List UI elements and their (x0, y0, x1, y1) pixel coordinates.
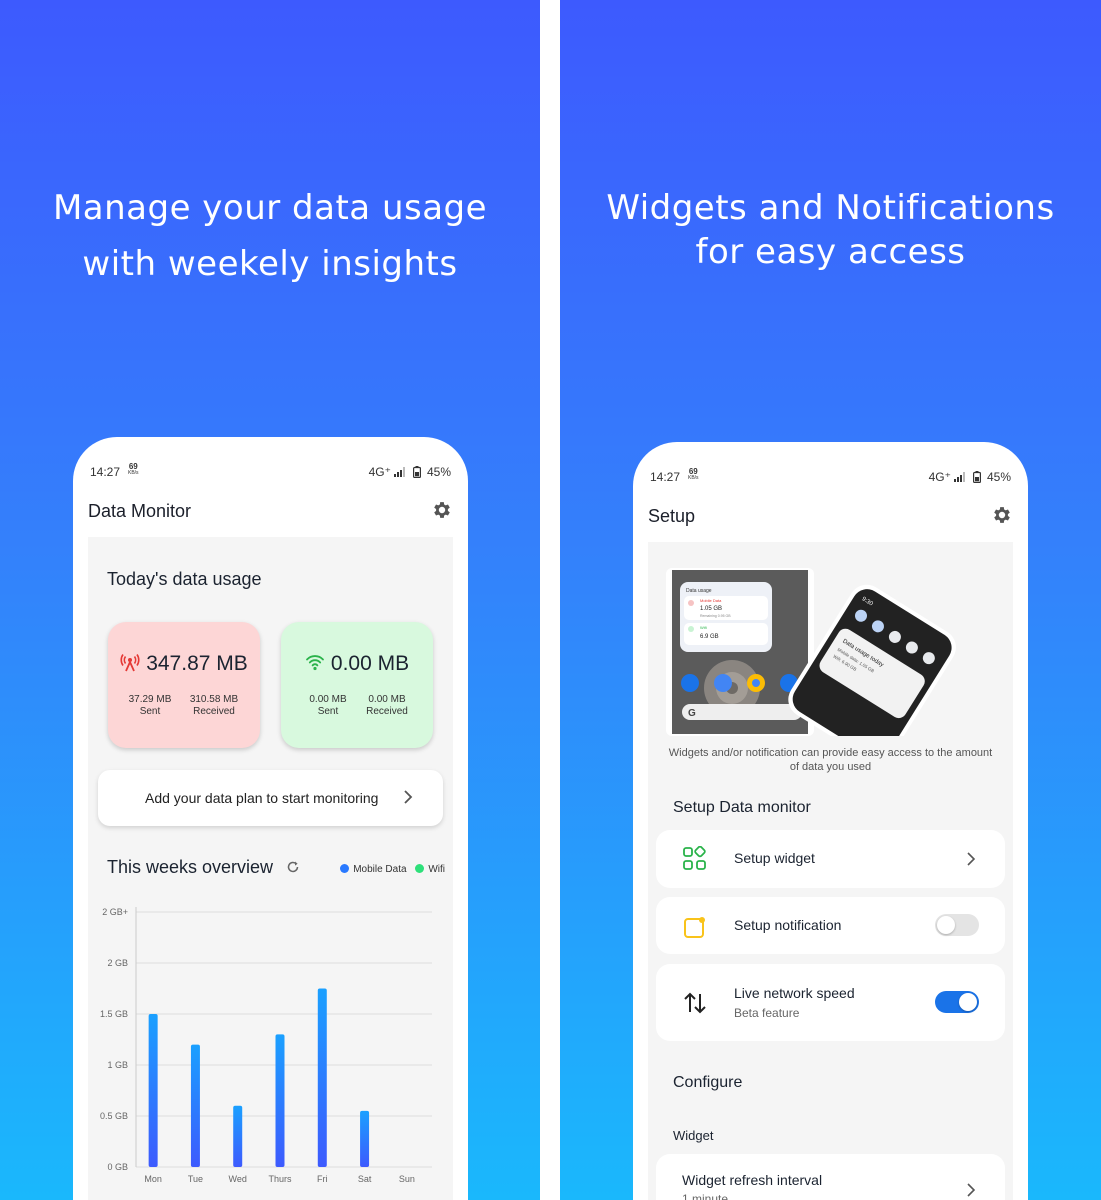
wifi-icon (305, 655, 324, 671)
y-tick-label: 0.5 GB (100, 1111, 128, 1121)
svg-text:Mobile Data: Mobile Data (700, 598, 722, 603)
configure-title: Configure (673, 1074, 743, 1091)
add-data-plan-button[interactable]: Add your data plan to start monitoring (98, 770, 443, 826)
x-tick-label: Wed (229, 1174, 247, 1184)
x-tick-label: Sat (358, 1174, 372, 1184)
mobile-sent: 37.29 MB Sent (128, 694, 172, 717)
gear-icon[interactable] (991, 504, 1013, 526)
status-right: 4G⁺ 45% (928, 470, 1011, 484)
promo-panel-left: Manage your data usage with weekely insi… (0, 0, 540, 1200)
battery-icon (972, 471, 981, 484)
phone-mockup: 14:27 69 KB/s 4G⁺ 45% Data Monitor Today'… (73, 437, 468, 1200)
live-speed-toggle[interactable] (935, 991, 979, 1013)
y-tick-label: 1 GB (107, 1060, 128, 1070)
x-tick-label: Fri (317, 1174, 328, 1184)
bar-fri (317, 988, 327, 1167)
widget-section-label: Widget (673, 1128, 714, 1143)
x-tick-label: Tue (188, 1174, 203, 1184)
app-bar: Data Monitor (88, 497, 453, 527)
headline-right: Widgets and Notifications for easy acces… (606, 188, 1055, 272)
promo-panel-right: Widgets and Notifications for easy acces… (560, 0, 1101, 1200)
notification-toggle[interactable] (935, 914, 979, 936)
y-tick-label: 1.5 GB (100, 1009, 128, 1019)
chart-legend: Mobile Data Wifi (340, 864, 445, 875)
illustration-caption: Widgets and/or notification can provide … (668, 747, 993, 773)
network-speed-indicator: 69 KB/s (688, 467, 699, 482)
status-bar: 14:27 69 KB/s 4G⁺ 45% (90, 462, 451, 480)
app-title: Setup (648, 506, 696, 526)
mobile-total: 347.87 MB (146, 652, 248, 675)
legend-wifi: Wifi (415, 864, 445, 875)
svg-text:6.9 GB: 6.9 GB (700, 634, 719, 640)
phone-app-icon (681, 674, 699, 692)
gear-icon[interactable] (431, 499, 453, 521)
widgets-icon (683, 846, 706, 870)
bar-tue (190, 1044, 200, 1167)
svg-text:1.05 GB: 1.05 GB (700, 606, 722, 612)
chevron-right-icon (404, 790, 413, 804)
swap-vertical-icon (684, 992, 706, 1014)
phone-mockup: 14:27 69 KB/s 4G⁺ 45% Setup Data usage M… (633, 442, 1028, 1200)
wifi-total: 0.00 MB (330, 652, 410, 675)
headline-left: Manage your data usage with weekely insi… (52, 188, 488, 284)
network-speed-indicator: 69 KB/s (128, 462, 139, 477)
signal-icon (954, 472, 966, 482)
chevron-right-icon (967, 852, 976, 866)
dashboard-content: Today's data usage 347.87 MB 37.29 MB Sen… (88, 537, 453, 1200)
today-title: Today's data usage (107, 569, 262, 589)
svg-text:Remaining 0.95 GB: Remaining 0.95 GB (700, 614, 731, 618)
status-bar: 14:27 69 KB/s 4G⁺ 45% (650, 467, 1011, 485)
widget-notification-illustration: Data usage Mobile Data 1.05 GB Remaining… (666, 568, 956, 736)
svg-text:Wifi: Wifi (700, 625, 707, 630)
legend-mobile: Mobile Data (340, 864, 407, 875)
y-tick-label: 2 GB+ (102, 907, 128, 917)
cell-tower-icon (120, 654, 140, 672)
x-tick-label: Sun (399, 1174, 415, 1184)
notification-icon (684, 917, 705, 938)
app-bar: Setup (648, 502, 1013, 532)
search-bar (682, 704, 802, 720)
setup-content: Data usage Mobile Data 1.05 GB Remaining… (648, 542, 1013, 1200)
battery-icon (412, 466, 421, 479)
x-tick-label: Mon (144, 1174, 162, 1184)
signal-icon (394, 467, 406, 477)
widget-preview: Data usage Mobile Data 1.05 GB Remaining… (680, 582, 772, 652)
y-tick-label: 2 GB (107, 958, 128, 968)
refresh-interval-row[interactable]: Widget refresh interval 1 minute (656, 1154, 1005, 1200)
refresh-icon[interactable] (286, 860, 300, 874)
status-right: 4G⁺ 45% (368, 465, 451, 479)
weekly-bar-chart: 0 GB 0.5 GB 1 GB 1.5 GB 2 GB 2 GB+ Mon Tue Wed Th… (100, 907, 432, 1184)
chevron-right-icon (967, 1183, 976, 1197)
y-tick-label: 0 GB (107, 1162, 128, 1172)
svg-text:G: G (688, 708, 696, 719)
bar-wed (233, 1105, 243, 1167)
mobile-received: 310.58 MB Received (189, 694, 239, 717)
wifi-received: 0.00 MB Received (366, 694, 408, 717)
svg-text:Data usage: Data usage (686, 588, 712, 594)
mobile-usage-card[interactable]: 347.87 MB 37.29 MB Sent 310.58 MB Received (108, 622, 260, 748)
week-title: This weeks overview (107, 857, 300, 878)
setup-notification-row[interactable]: Setup notification (656, 897, 1005, 954)
setup-widget-row[interactable]: Setup widget (656, 830, 1005, 888)
app-title: Data Monitor (88, 501, 192, 521)
x-tick-label: Thurs (268, 1174, 292, 1184)
bar-thurs (275, 1034, 285, 1167)
wifi-usage-card[interactable]: 0.00 MB 0.00 MB Sent 0.00 MB Received (281, 622, 433, 748)
setup-section-title: Setup Data monitor (673, 799, 811, 816)
clock-app-icon (714, 674, 732, 692)
bar-mon (148, 1014, 158, 1167)
bar-sat (360, 1110, 370, 1167)
live-speed-row[interactable]: Live network speed Beta feature (656, 964, 1005, 1041)
